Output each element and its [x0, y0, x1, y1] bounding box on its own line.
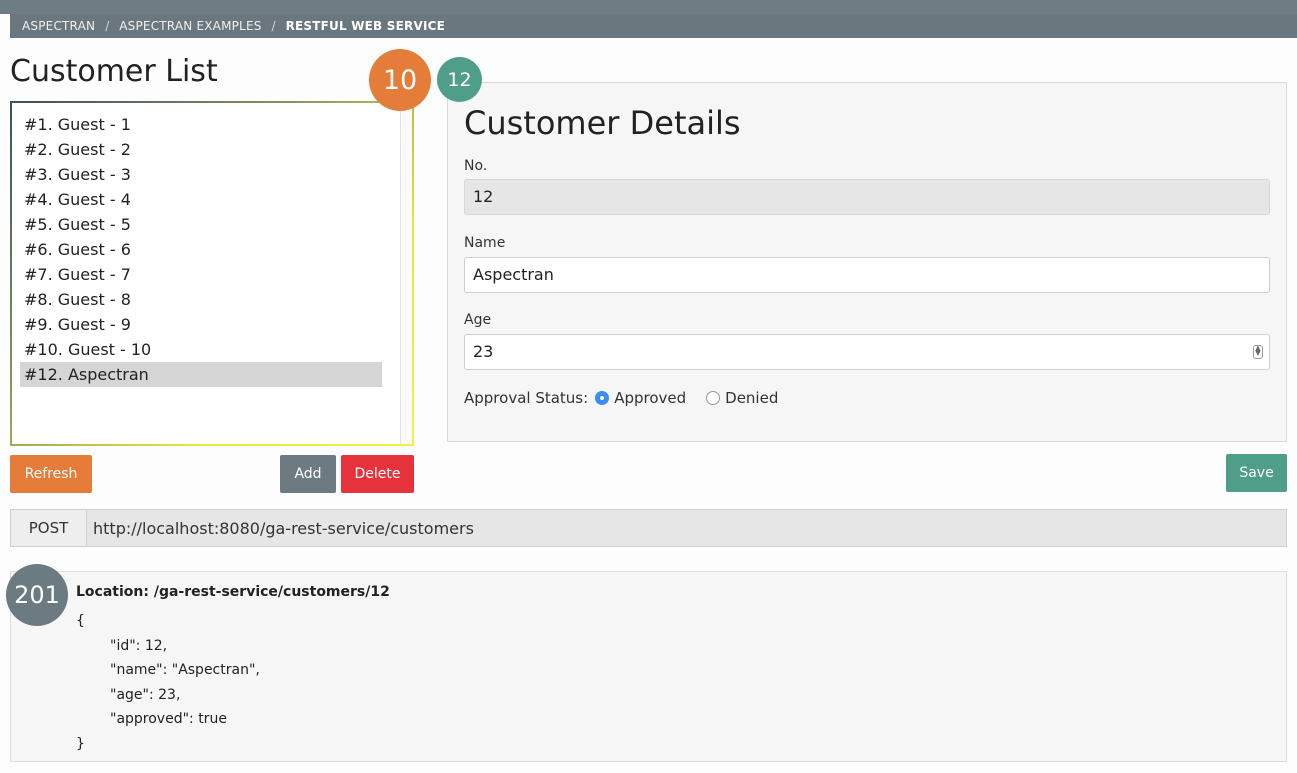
customer-list-title: Customer List [10, 54, 218, 89]
approved-radio-label: Approved [614, 389, 687, 407]
request-bar: POST http://localhost:8080/ga-rest-servi… [10, 509, 1287, 547]
response-body-line: } [76, 735, 85, 752]
approval-status-label: Approval Status: [464, 389, 589, 407]
list-item[interactable]: #2. Guest - 2 [20, 137, 382, 162]
breadcrumb-item-aspectran[interactable]: ASPECTRAN [22, 19, 95, 33]
list-item[interactable]: #8. Guest - 8 [20, 287, 382, 312]
list-scrollbar[interactable] [400, 103, 412, 444]
breadcrumb-separator: / [105, 19, 110, 33]
add-button[interactable]: Add [280, 455, 336, 493]
list-count-badge: 10 [369, 49, 431, 111]
denied-radio-label: Denied [725, 389, 779, 407]
list-item[interactable]: #1. Guest - 1 [20, 112, 382, 137]
stepper-arrows-icon[interactable]: ▲ ▼ [1253, 345, 1263, 359]
approved-radio[interactable] [595, 391, 610, 405]
list-item[interactable]: #5. Guest - 5 [20, 212, 382, 237]
list-item[interactable]: #6. Guest - 6 [20, 237, 382, 262]
age-stepper[interactable]: 23 ▲ ▼ [464, 334, 1270, 370]
breadcrumb-item-current: RESTFUL WEB SERVICE [285, 19, 446, 33]
no-label: No. [464, 158, 488, 174]
breadcrumb: ASPECTRAN / ASPECTRAN EXAMPLES / RESTFUL… [10, 14, 1297, 38]
list-item[interactable]: #9. Guest - 9 [20, 312, 382, 337]
age-label: Age [464, 312, 492, 328]
delete-button[interactable]: Delete [341, 455, 414, 493]
list-item[interactable]: #3. Guest - 3 [20, 162, 382, 187]
denied-radio-option[interactable]: Denied [706, 389, 778, 407]
list-item[interactable]: #10. Guest - 10 [20, 337, 382, 362]
list-item[interactable]: #4. Guest - 4 [20, 187, 382, 212]
response-body-line: { [76, 613, 85, 629]
list-item[interactable]: #7. Guest - 7 [20, 262, 382, 287]
customer-details-panel: Customer Details No. 12 Name Aspectran A… [447, 82, 1287, 442]
customer-details-title: Customer Details [464, 104, 741, 142]
denied-radio[interactable] [706, 391, 721, 405]
breadcrumb-item-aspectran-examples[interactable]: ASPECTRAN EXAMPLES [119, 19, 261, 33]
no-field: 12 [464, 179, 1270, 215]
breadcrumb-separator: / [271, 19, 276, 33]
request-method: POST [11, 510, 87, 546]
approved-radio-option[interactable]: Approved [595, 389, 686, 407]
refresh-button[interactable]: Refresh [10, 455, 92, 493]
age-value: 23 [473, 342, 494, 361]
name-label: Name [464, 235, 506, 251]
selected-id-badge: 12 [437, 57, 482, 102]
top-bar [0, 0, 1297, 14]
customer-list-box[interactable]: #1. Guest - 1 #2. Guest - 2 #3. Guest - 3 #… [10, 101, 414, 446]
request-url: http://localhost:8080/ga-rest-service/cu… [87, 510, 1286, 546]
list-item[interactable]: #12. Aspectran [20, 362, 382, 387]
response-body-line: "approved": true [110, 711, 227, 727]
response-body-line: "name": "Aspectran", [110, 662, 260, 678]
response-location: Location: /ga-rest-service/customers/12 [76, 584, 390, 600]
status-code-badge: 201 [6, 564, 68, 626]
response-body-line: "id": 12, [110, 637, 168, 654]
save-button[interactable]: Save [1226, 454, 1287, 492]
name-field[interactable]: Aspectran [464, 257, 1270, 293]
response-body-line: "age": 23, [110, 686, 181, 703]
customer-list: #1. Guest - 1 #2. Guest - 2 #3. Guest - 3 #… [20, 112, 382, 387]
response-panel: Location: /ga-rest-service/customers/12 … [10, 571, 1287, 762]
approval-status-group: Approval Status: Approved Denied [464, 389, 778, 407]
response-body: { "id": 12, "name": "Aspectran", "age": 23,… [76, 609, 260, 756]
